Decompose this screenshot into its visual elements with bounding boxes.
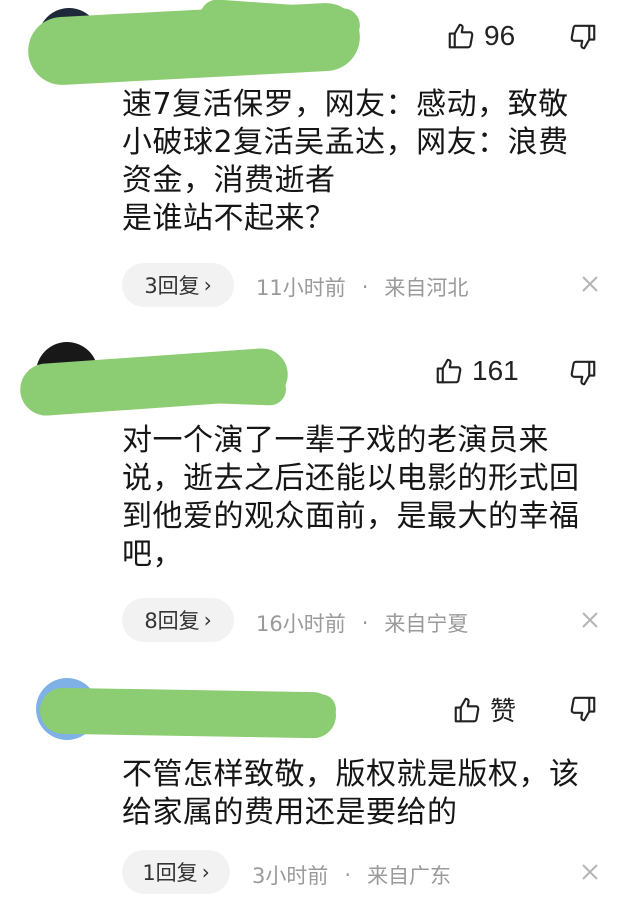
username-redaction xyxy=(239,693,337,729)
like-button[interactable]: 赞 xyxy=(452,691,516,728)
thumbs-down-icon[interactable] xyxy=(568,694,598,724)
reply-count: 1回复 xyxy=(142,861,198,885)
thumbs-up-icon xyxy=(454,697,480,722)
reply-button[interactable]: 1回复 › xyxy=(122,850,230,894)
comment-text: 不管怎样致敬，版权就是版权，该 给家属的费用还是要给的 xyxy=(122,757,580,830)
chevron-right-icon: › xyxy=(201,860,210,884)
comment-item-3: 赞 不管怎样致敬，版权就是版权，该 给家属的费用还是要给的 1回复 › 3小时前… xyxy=(0,0,640,910)
comment-meta: 3小时前 · 来自广东 xyxy=(252,860,451,890)
comment-location: 来自广东 xyxy=(367,864,452,888)
meta-separator: · xyxy=(344,863,352,887)
comment-time: 3小时前 xyxy=(252,864,329,888)
like-label: 赞 xyxy=(490,697,517,727)
close-icon[interactable] xyxy=(580,862,600,882)
